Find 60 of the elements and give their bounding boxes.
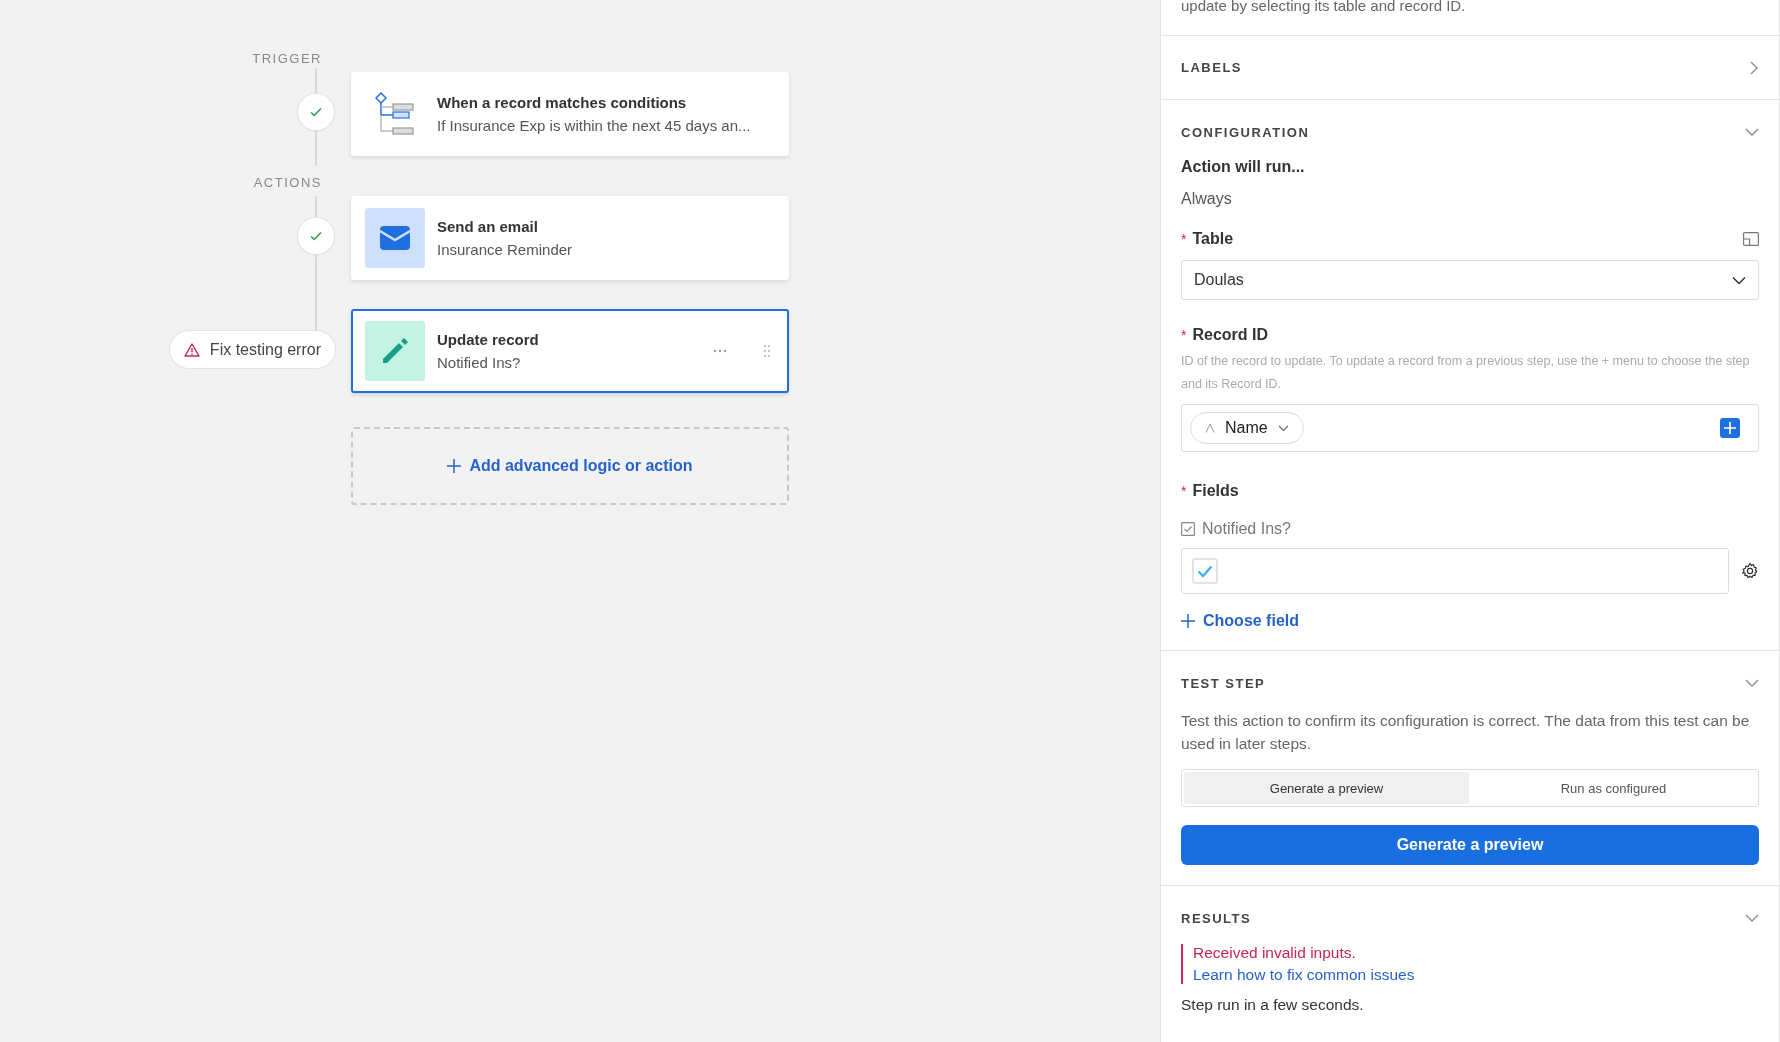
drag-handle-icon[interactable] [763,344,771,358]
condition-tree-icon [375,92,415,136]
name-token[interactable]: Name [1190,412,1304,444]
plus-icon [1724,422,1736,434]
error-message: Received invalid inputs. [1193,944,1357,962]
table-dropdown[interactable]: Doulas [1181,260,1759,300]
mode-tab[interactable]: Generate a preview [1184,772,1469,804]
expand-view-icon[interactable] [1743,232,1759,246]
record-id-field[interactable]: Name [1181,404,1759,452]
field-label: * Table [1181,230,1234,248]
chevron-down-icon[interactable] [1745,127,1759,137]
help-link[interactable]: Learn how to fix common issues [1193,966,1759,984]
field-name: Notified Ins? [1202,520,1291,538]
settings-icon[interactable] [1741,562,1759,580]
run-condition-value: Always [1181,190,1233,208]
choose-field-button[interactable]: Choose field [1181,612,1299,630]
plus-icon [1181,614,1195,628]
warning-icon [183,342,200,357]
checkbox[interactable] [1192,558,1218,584]
check-icon [309,105,323,119]
step-card[interactable]: Send an email Insurance Reminder [351,196,789,280]
run-condition-label: Action will run... [1181,158,1306,176]
section-title: LABELS [1181,60,1242,75]
run-time-note: Step run in a few seconds. [1181,996,1365,1014]
chevron-down-icon [1277,424,1289,432]
field-hint: ID of the record to update. To update a record from a previous step, use the + menu to choose the step and its Record ID. [1181,353,1751,393]
step-title: Update record [437,331,540,348]
step-subtitle: Insurance Reminder [437,241,574,258]
generate-preview-button[interactable]: Generate a preview [1181,825,1759,865]
section-title: TEST STEP [1181,675,1266,691]
chevron-down-icon [1732,275,1746,285]
mode-tab[interactable]: Run as configured [1471,772,1756,804]
checkmark-icon [1197,564,1213,578]
section-title: CONFIGURATION [1181,124,1310,140]
checkbox-type-icon [1181,522,1195,536]
step-card[interactable]: Update record Notified Ins? [351,309,789,393]
section-label: ACTIONS [252,174,323,192]
step-title: Send an email [437,218,539,235]
step-subtitle: If Insurance Exp is within the next 45 days an... [437,117,752,134]
text-type-icon [1205,423,1215,433]
more-icon[interactable] [713,349,727,353]
intro-text: update by selecting its table and record ID. [1181,0,1466,12]
chevron-down-icon[interactable] [1745,913,1759,923]
plus-icon [447,459,462,473]
step-subtitle: Notified Ins? [437,354,522,371]
add-step-button[interactable]: Add advanced logic or action [351,427,789,505]
section-label: TRIGGER [251,50,323,68]
section-title: RESULTS [1181,910,1252,926]
check-icon [309,229,323,243]
add-button[interactable] [1720,418,1740,438]
fix-error-button[interactable]: Fix testing error [169,331,335,368]
test-step-description: Test this action to confirm its configuration is correct. The data from this test can be used in later steps. [1181,711,1751,754]
field-label: * Record ID [1181,326,1269,344]
chevron-down-icon[interactable] [1745,678,1759,688]
envelope-icon [380,226,410,250]
step-card[interactable]: When a record matches conditions If Insurance Exp is within the next 45 days an... [351,72,789,156]
field-label: * Fields [1181,482,1239,500]
chevron-right-icon[interactable] [1749,60,1759,75]
pencil-icon [380,336,410,366]
step-title: When a record matches conditions [437,94,688,111]
